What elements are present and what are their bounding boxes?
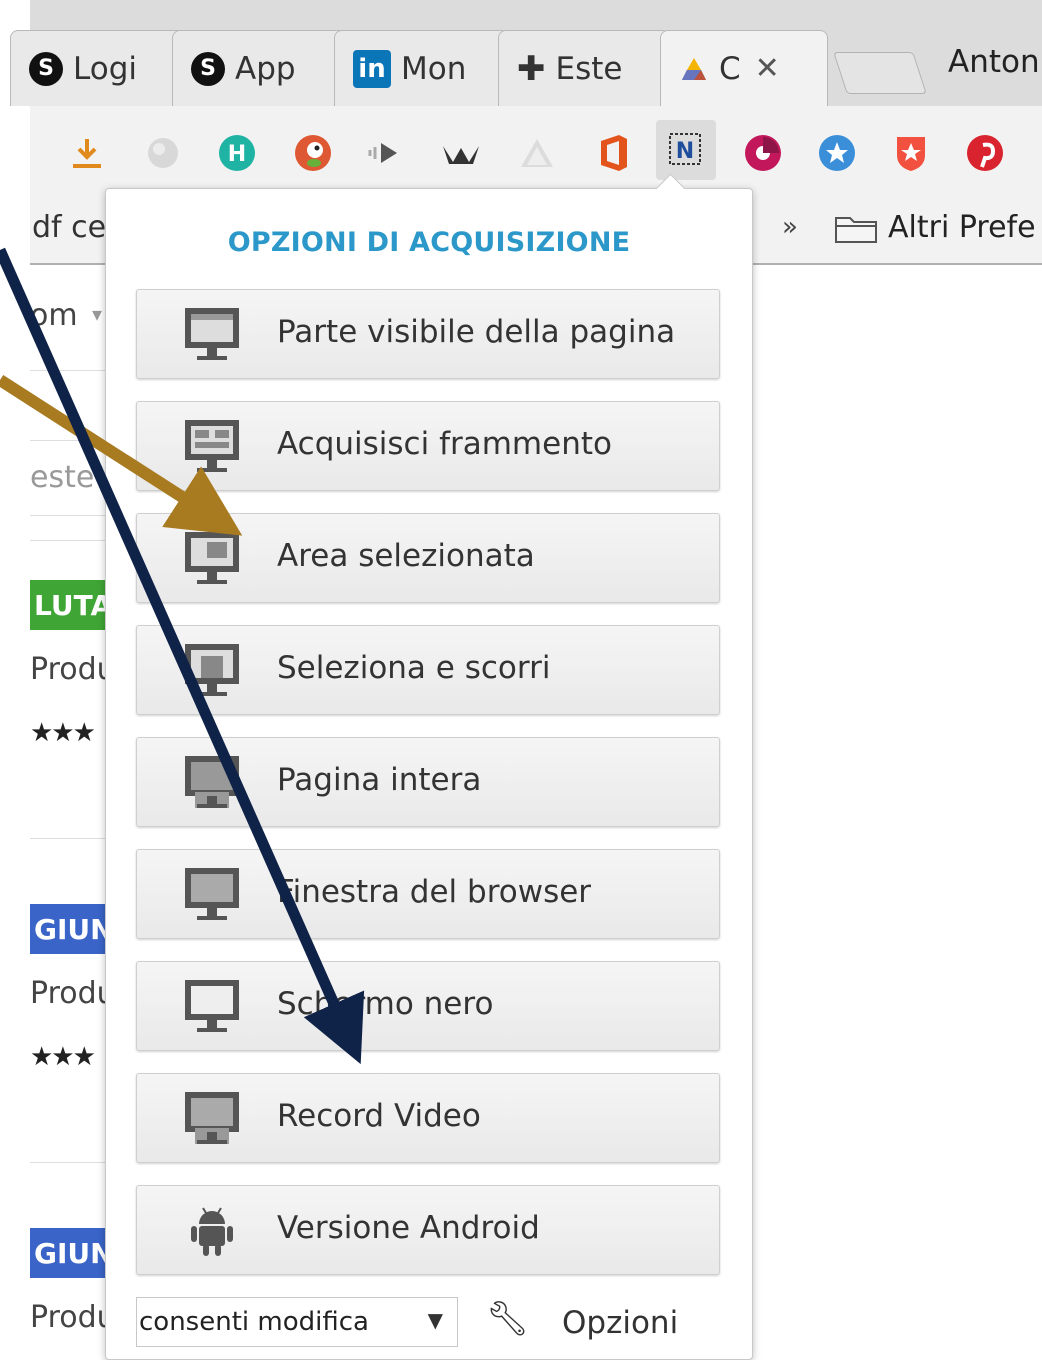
folder-icon bbox=[835, 217, 877, 243]
option-label: Pagina intera bbox=[277, 762, 482, 798]
monitor-full-icon bbox=[185, 756, 239, 808]
duckduckgo-icon[interactable] bbox=[290, 130, 336, 176]
triangle-icon[interactable] bbox=[514, 130, 560, 176]
bookmarks-overflow-button[interactable]: » bbox=[782, 212, 798, 242]
divider bbox=[30, 540, 110, 541]
product-label: Produ bbox=[30, 976, 116, 1011]
linkedin-icon: in bbox=[353, 49, 391, 88]
option-label: Finestra del browser bbox=[277, 874, 592, 910]
bookmark-partial[interactable]: df ce bbox=[32, 210, 106, 245]
option-label: Record Video bbox=[277, 1098, 481, 1134]
option-label: Area selezionata bbox=[277, 538, 535, 574]
option-fragment-button[interactable]: Acquisisci frammento bbox=[136, 401, 720, 491]
skype-icon: S bbox=[29, 51, 63, 86]
divider bbox=[30, 838, 110, 839]
dropdown-caret-icon: ▾ bbox=[92, 302, 103, 326]
page-dropdown-fragment[interactable]: om bbox=[30, 298, 78, 333]
tab-app[interactable]: S App bbox=[172, 30, 350, 106]
svg-text:H: H bbox=[228, 142, 246, 167]
monitor-video-icon bbox=[185, 1092, 239, 1144]
speaker-icon[interactable] bbox=[364, 130, 410, 176]
skype-icon: S bbox=[191, 51, 225, 86]
divider bbox=[30, 370, 110, 371]
other-bookmarks[interactable]: Altri Prefe bbox=[888, 210, 1036, 245]
monitor-fragment-icon bbox=[185, 420, 239, 472]
hunter-icon[interactable]: H bbox=[214, 130, 260, 176]
option-full-page-button[interactable]: Pagina intera bbox=[136, 737, 720, 827]
product-label: Produ bbox=[30, 1300, 116, 1335]
page-search-fragment: este bbox=[30, 460, 95, 495]
monitor-area-icon bbox=[185, 532, 239, 584]
monitor-window-icon bbox=[185, 868, 239, 920]
option-label: Seleziona e scorri bbox=[277, 650, 551, 686]
monitor-scroll-icon bbox=[185, 644, 239, 696]
wrench-icon[interactable]: 🔧︎ bbox=[486, 1299, 529, 1339]
office-icon[interactable] bbox=[590, 130, 636, 176]
tab-label: App bbox=[235, 50, 296, 87]
mode-select-value: consenti modifica bbox=[139, 1307, 369, 1337]
option-black-screen-button[interactable]: Schermo nero bbox=[136, 961, 720, 1051]
tab-mon[interactable]: in Mon bbox=[334, 30, 510, 106]
monitor-black-icon bbox=[185, 980, 239, 1032]
option-android-button[interactable]: Versione Android bbox=[136, 1185, 720, 1275]
puzzle-icon: ✚ bbox=[517, 48, 546, 89]
divider bbox=[30, 1162, 110, 1163]
tab-label: C bbox=[719, 50, 741, 87]
option-label: Schermo nero bbox=[277, 986, 494, 1022]
option-selected-area-button[interactable]: Area selezionata bbox=[136, 513, 720, 603]
option-label: Acquisisci frammento bbox=[277, 426, 612, 462]
options-link[interactable]: Opzioni bbox=[562, 1305, 678, 1341]
close-tab-icon[interactable]: ✕ bbox=[755, 51, 780, 86]
rating-stars: ★★★ bbox=[30, 1042, 96, 1072]
new-tab-button[interactable] bbox=[833, 52, 927, 94]
globe-icon[interactable] bbox=[140, 130, 186, 176]
option-visible-part-button[interactable]: Parte visibile della pagina bbox=[136, 289, 720, 379]
google-drive-icon bbox=[682, 57, 706, 80]
crown-icon[interactable] bbox=[438, 130, 484, 176]
svg-text:N: N bbox=[676, 139, 694, 164]
tab-label: Mon bbox=[401, 50, 467, 87]
profile-name[interactable]: Antoni bbox=[948, 44, 1042, 80]
tab-active[interactable]: C ✕ bbox=[660, 30, 828, 106]
tab-logi[interactable]: S Logi bbox=[10, 30, 188, 106]
left-margin bbox=[0, 0, 30, 1344]
tab-label: Logi bbox=[73, 50, 137, 87]
rating-stars: ★★★ bbox=[30, 718, 96, 748]
shield-star-icon[interactable] bbox=[888, 130, 934, 176]
star-badge-icon[interactable] bbox=[814, 130, 860, 176]
product-label: Produ bbox=[30, 652, 116, 687]
download-icon[interactable] bbox=[64, 130, 110, 176]
monitor-visible-icon bbox=[185, 308, 239, 360]
option-label: Parte visibile della pagina bbox=[277, 314, 676, 350]
option-record-video-button[interactable]: Record Video bbox=[136, 1073, 720, 1163]
mode-select[interactable]: consenti modifica ▼ bbox=[136, 1297, 458, 1347]
option-label: Versione Android bbox=[277, 1210, 540, 1246]
option-select-scroll-button[interactable]: Seleziona e scorri bbox=[136, 625, 720, 715]
tab-label: Este bbox=[555, 50, 623, 87]
nimbus-capture-icon[interactable]: N bbox=[656, 120, 716, 180]
android-icon bbox=[191, 1207, 233, 1256]
chevron-down-icon: ▼ bbox=[427, 1308, 443, 1332]
option-browser-window-button[interactable]: Finestra del browser bbox=[136, 849, 720, 939]
tab-este[interactable]: ✚ Este bbox=[498, 30, 670, 106]
capture-options-popup: OPZIONI DI ACQUISIZIONE Parte visibile d… bbox=[105, 188, 753, 1360]
popup-title: OPZIONI DI ACQUISIZIONE bbox=[227, 227, 631, 258]
pinterest-icon[interactable] bbox=[962, 130, 1008, 176]
pinwheel-icon[interactable] bbox=[740, 130, 786, 176]
